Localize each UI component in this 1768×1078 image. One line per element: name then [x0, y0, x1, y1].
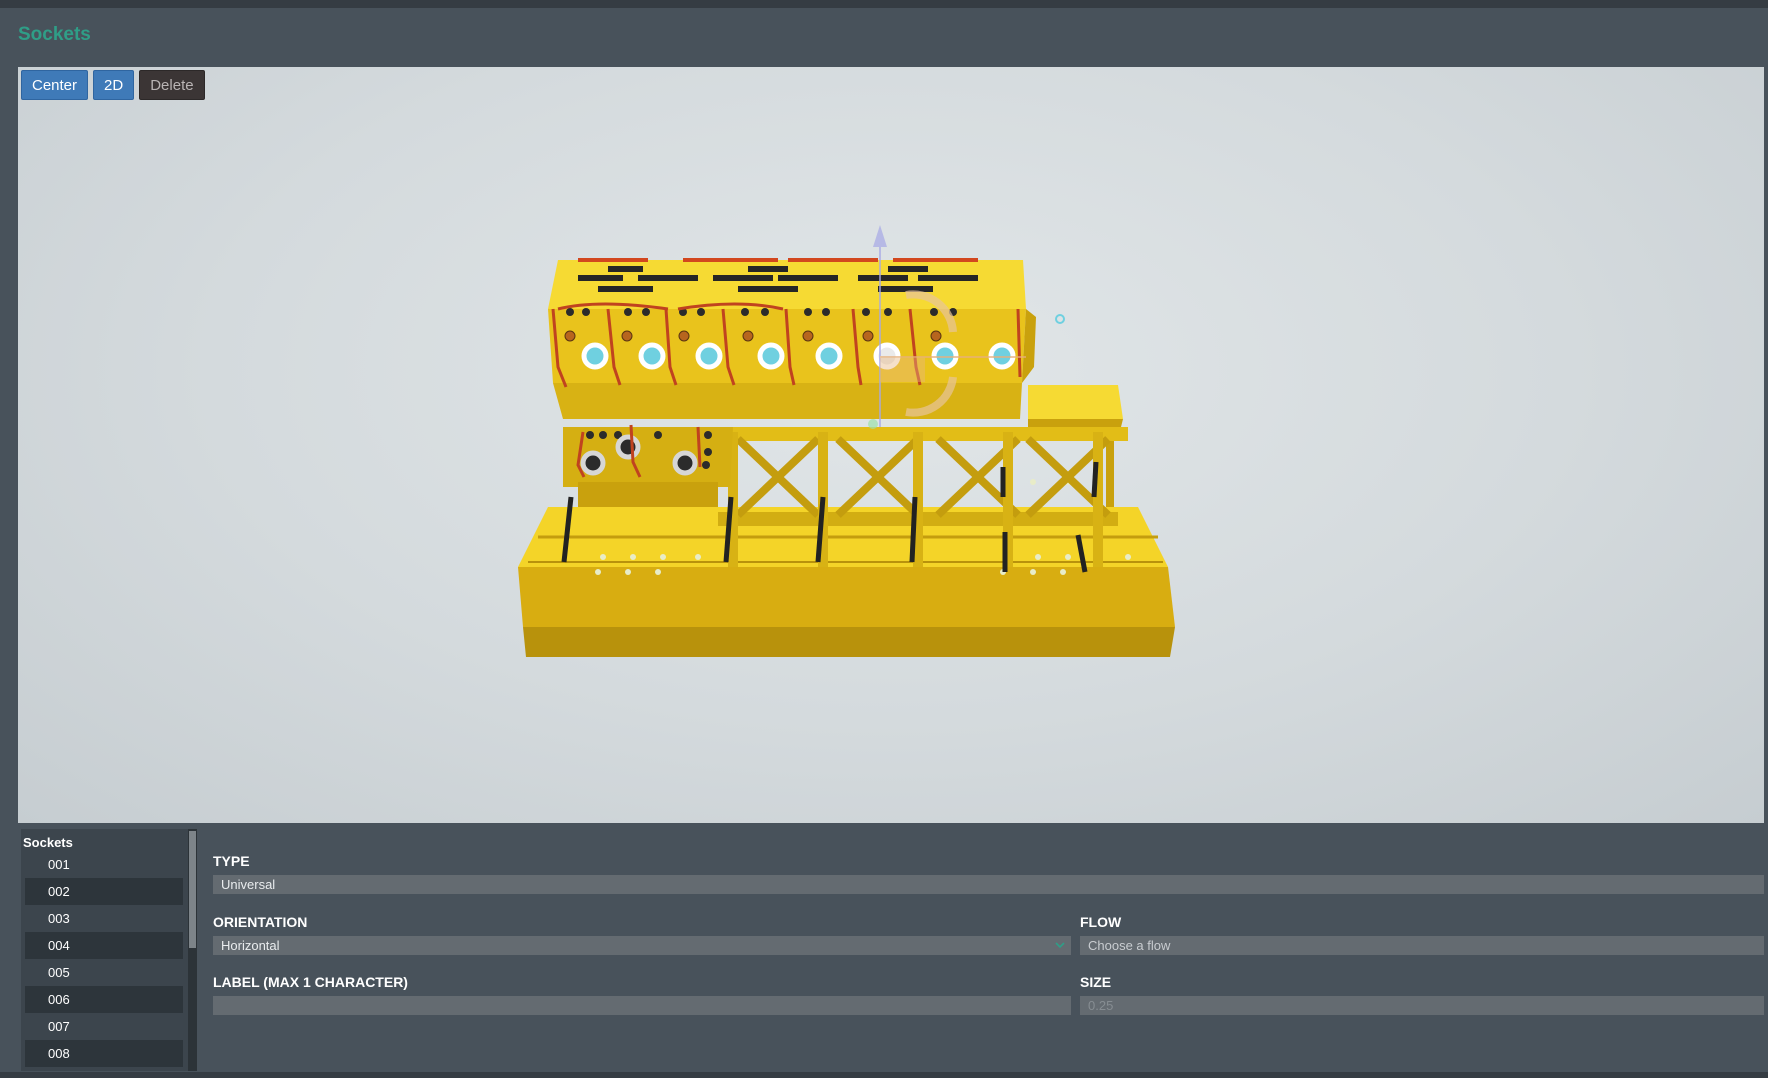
page-title: Sockets: [18, 24, 91, 45]
orientation-select[interactable]: Horizontal: [213, 936, 1071, 955]
type-label: TYPE: [213, 853, 250, 869]
socket-item-007[interactable]: 007: [25, 1013, 183, 1040]
socket-item-001[interactable]: 001: [25, 851, 183, 878]
sockets-list: 001 002 003 004 005 006 007 008: [25, 851, 183, 1067]
flow-select[interactable]: Choose a flow: [1080, 936, 1764, 955]
socket-item-004[interactable]: 004: [25, 932, 183, 959]
socket-label-label: LABEL (MAX 1 CHARACTER): [213, 974, 408, 990]
socket-item-006[interactable]: 006: [25, 986, 183, 1013]
socket-editor: Sockets 001 002 003 004 005 006 007 008 …: [18, 829, 1764, 1071]
size-label: SIZE: [1080, 974, 1112, 990]
type-field[interactable]: Universal: [213, 875, 1764, 894]
sockets-scrollbar-thumb[interactable]: [189, 831, 196, 948]
orientation-value: Horizontal: [221, 938, 280, 953]
flow-placeholder: Choose a flow: [1088, 938, 1171, 953]
socket-label-input[interactable]: [213, 996, 1071, 1015]
size-placeholder: 0.25: [1088, 998, 1114, 1013]
socket-item-002[interactable]: 002: [25, 878, 183, 905]
sockets-list-heading: Sockets: [23, 835, 73, 850]
orientation-label: ORIENTATION: [213, 914, 308, 930]
2d-toggle-button[interactable]: 2D: [93, 70, 135, 100]
center-button[interactable]: Center: [21, 70, 89, 100]
size-input[interactable]: 0.25: [1080, 996, 1764, 1015]
delete-button[interactable]: Delete: [139, 70, 205, 100]
socket-item-003[interactable]: 003: [25, 905, 183, 932]
3d-viewport[interactable]: Center 2D Delete: [18, 67, 1764, 823]
type-value: Universal: [221, 877, 276, 892]
sockets-list-panel: Sockets 001 002 003 004 005 006 007 008: [21, 829, 197, 1071]
flow-label: FLOW: [1080, 914, 1122, 930]
socket-item-008[interactable]: 008: [25, 1040, 183, 1067]
structure-3d-model[interactable]: [18, 67, 1764, 823]
viewport-toolbar: Center 2D Delete: [21, 70, 205, 100]
chevron-down-icon: [1055, 942, 1065, 949]
socket-item-005[interactable]: 005: [25, 959, 183, 986]
app-frame: Sockets Center 2D Delete Sockets 001 002…: [0, 0, 1768, 1078]
